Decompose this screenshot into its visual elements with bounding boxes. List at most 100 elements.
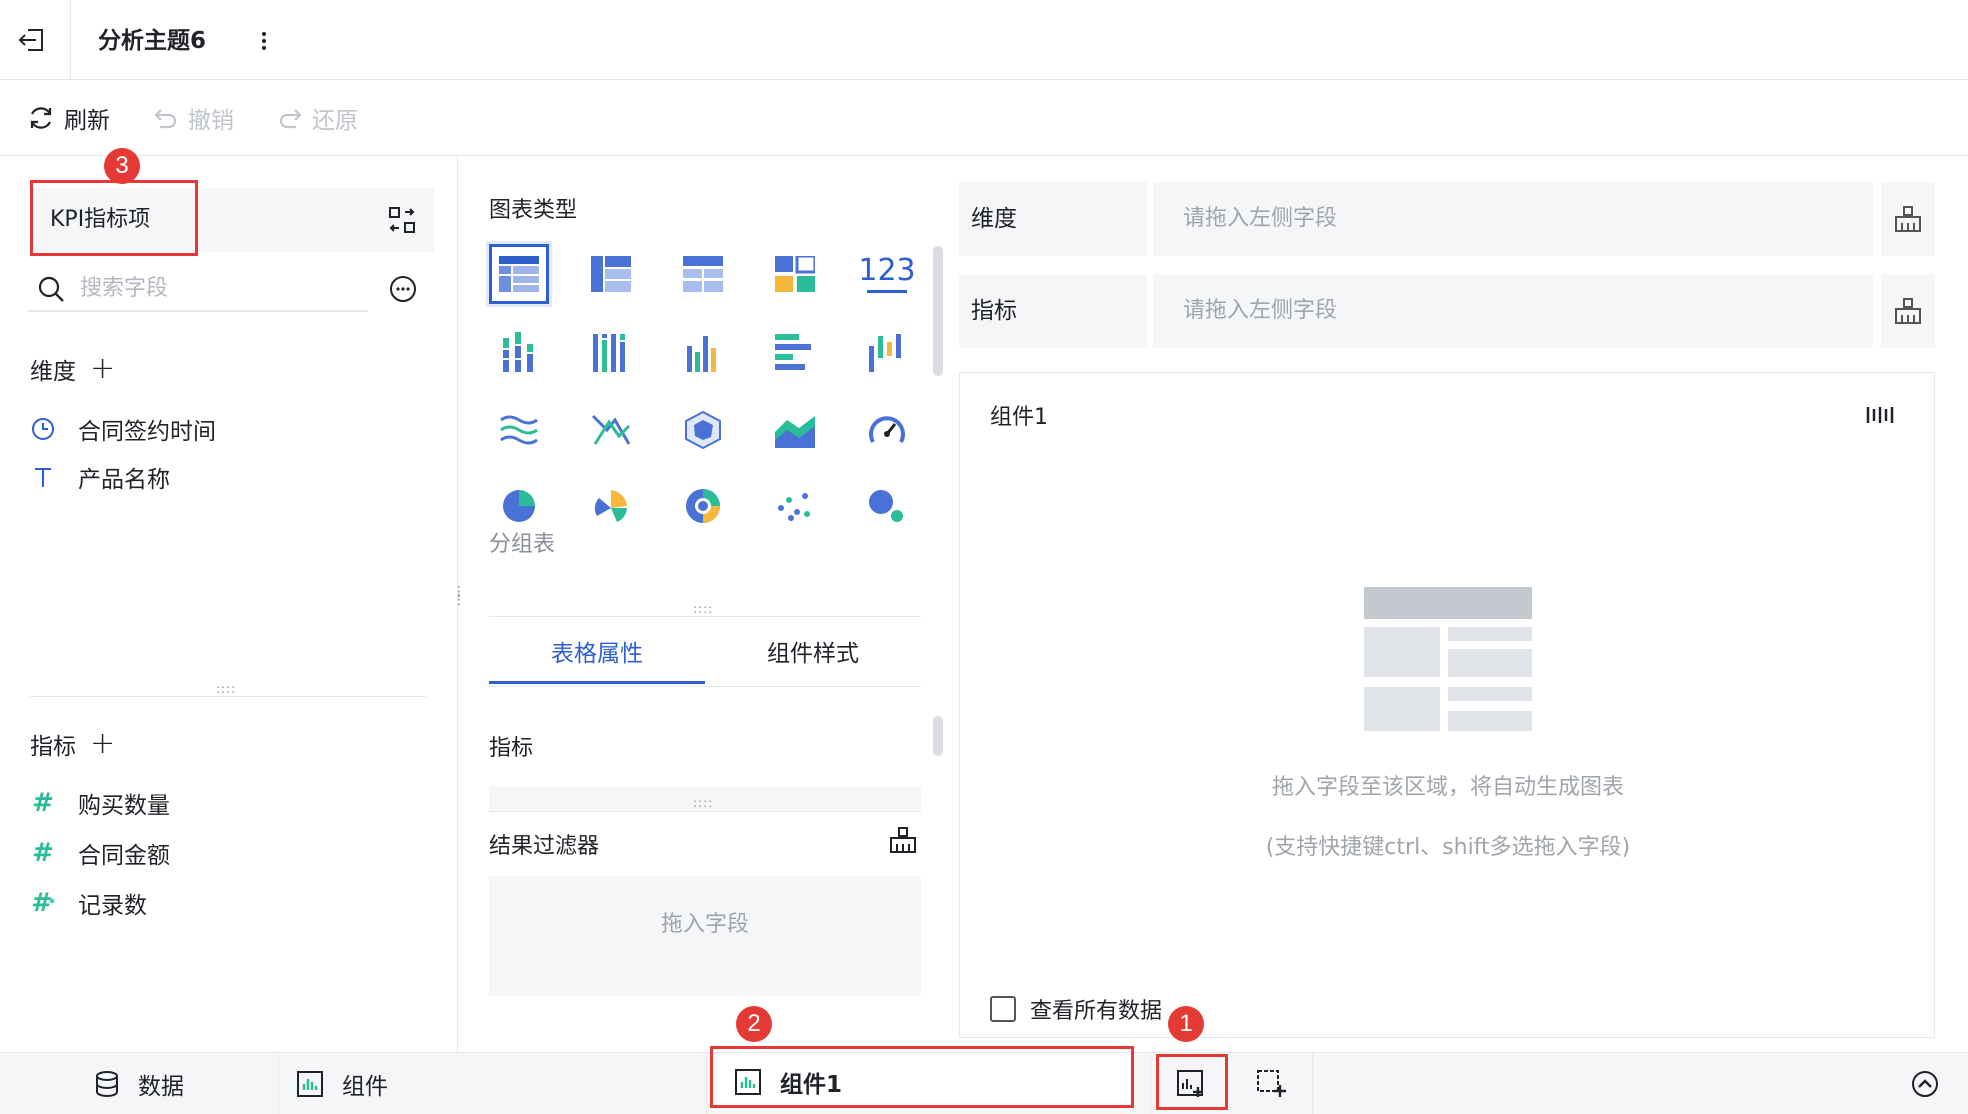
sunburst-chart-icon[interactable] <box>673 476 733 536</box>
drop-field-hint: 拖入字段 <box>660 912 749 937</box>
chart-list-scrollbar[interactable] <box>933 246 943 376</box>
annotation-box-dataset <box>30 180 198 256</box>
undo-icon <box>154 109 177 129</box>
waterfall-chart-icon[interactable] <box>857 322 917 382</box>
column-chart-icon[interactable] <box>673 322 733 382</box>
detail-table-chart-icon[interactable] <box>673 244 733 304</box>
dimension-title: 维度 <box>30 359 76 385</box>
component-canvas[interactable]: 组件1 拖入字段至该区域，将自动生成图表 (支持快捷键ctrl、shift多选拖… <box>959 372 1935 1038</box>
database-icon <box>96 1071 118 1097</box>
dimension-shelf-settings-icon[interactable] <box>1881 182 1935 256</box>
exit-icon[interactable] <box>14 22 50 58</box>
top-bar: 分析主题6 <box>0 0 1968 80</box>
field-label: 合同签约时间 <box>78 419 216 445</box>
toolbar: 刷新 撤销 还原 <box>0 80 1968 156</box>
more-options-icon[interactable] <box>388 274 418 304</box>
multi-metric-card-icon[interactable] <box>765 244 825 304</box>
tab-separator <box>706 1053 707 1114</box>
properties-scrollbar[interactable] <box>933 716 943 756</box>
number-type-icon: # <box>32 838 54 868</box>
rose-pie-chart-icon[interactable] <box>581 476 641 536</box>
result-filter-label: 结果过滤器 <box>489 834 600 859</box>
data-tab[interactable]: 数据 <box>94 1053 184 1114</box>
switch-dataset-icon[interactable] <box>386 204 418 236</box>
empty-hint-shortcut: (支持快捷键ctrl、shift多选拖入字段) <box>1265 835 1631 860</box>
tab-component-style[interactable]: 组件样式 <box>705 624 921 684</box>
more-vertical-icon[interactable] <box>252 24 276 58</box>
combo-line-chart-icon[interactable] <box>581 400 641 460</box>
metric-field-item[interactable]: # * 记录数 <box>30 886 147 920</box>
refresh-button[interactable]: 刷新 <box>26 100 110 136</box>
panel-resize-handle[interactable]: :::: <box>693 797 713 809</box>
text-type-icon <box>30 464 56 490</box>
panel-resize-handle[interactable]: :::: <box>693 603 713 615</box>
metric-drop-zone[interactable]: 请拖入左侧字段 <box>1153 274 1873 348</box>
redo-icon <box>279 109 302 129</box>
calculated-number-icon: # * <box>30 888 56 918</box>
scatter-chart-icon[interactable] <box>765 476 825 536</box>
grouped-column-chart-icon[interactable] <box>489 322 549 382</box>
pivot-table-chart-icon[interactable] <box>581 244 641 304</box>
selected-chart-name: 分组表 <box>489 532 556 557</box>
bar-chart-icon[interactable] <box>765 322 825 382</box>
view-all-label: 查看所有数据 <box>1030 999 1163 1024</box>
metric-shelf-label: 指标 <box>959 274 1147 348</box>
metric-property-label: 指标 <box>489 736 534 761</box>
metric-shelf-settings-icon[interactable] <box>1881 274 1935 348</box>
chart-config-panel: 图表类型 123 分组表:::: 表格属性 组件样式 指标:::: 结果过滤… <box>459 156 949 1052</box>
dimension-field-item[interactable]: 合同签约时间 <box>30 412 216 446</box>
metric-section-header: 指标 + <box>30 727 115 761</box>
title-separator <box>70 0 71 80</box>
filter-settings-icon[interactable] <box>887 824 919 856</box>
bubble-chart-icon[interactable] <box>857 476 917 536</box>
metric-field-item[interactable]: # 合同金额 <box>30 836 170 870</box>
dimension-drop-zone[interactable]: 请拖入左侧字段 <box>1153 182 1873 256</box>
filter-drop-area[interactable]: 拖入字段 <box>489 876 921 996</box>
dimension-shelf-label: 维度 <box>959 182 1147 256</box>
empty-chart-illustration <box>1364 587 1532 731</box>
field-label: 购买数量 <box>78 793 170 819</box>
search-input[interactable] <box>80 270 360 306</box>
grouped-table-chart-icon[interactable] <box>489 244 549 304</box>
number-card-underline <box>867 289 907 293</box>
refresh-label: 刷新 <box>64 108 110 134</box>
tab-separator <box>1150 1053 1151 1114</box>
chart-type-title: 图表类型 <box>489 198 578 223</box>
metric-title: 指标 <box>30 734 76 760</box>
panel-resize-handle[interactable]: :::: <box>216 683 236 695</box>
undo-button[interactable]: 撤销 <box>152 100 234 136</box>
field-label: 产品名称 <box>78 467 170 493</box>
annotation-badge-1: 1 <box>1168 1006 1204 1042</box>
page-title: 分析主题6 <box>98 28 207 54</box>
area-chart-icon[interactable] <box>765 400 825 460</box>
view-all-data-toggle[interactable]: 查看所有数据 <box>990 993 1162 1025</box>
number-card-icon[interactable]: 123 <box>857 244 917 304</box>
dimension-field-item[interactable]: 产品名称 <box>30 460 170 494</box>
tab-separator <box>278 1053 279 1114</box>
tab-table-properties[interactable]: 表格属性 <box>489 624 705 684</box>
field-search <box>28 264 368 312</box>
collapse-up-icon[interactable] <box>1910 1069 1940 1099</box>
redo-button[interactable]: 还原 <box>276 100 358 136</box>
component-menu-icon[interactable] <box>1864 399 1896 431</box>
stacked-column-chart-icon[interactable] <box>581 322 641 382</box>
line-chart-icon[interactable] <box>489 400 549 460</box>
view-all-checkbox[interactable] <box>990 996 1016 1022</box>
gauge-chart-icon[interactable] <box>857 400 917 460</box>
radar-chart-icon[interactable] <box>673 400 733 460</box>
empty-hint-main: 拖入字段至该区域，将自动生成图表 <box>1271 775 1624 800</box>
annotation-badge-2: 2 <box>736 1006 772 1042</box>
component-title: 组件1 <box>990 405 1048 430</box>
metric-field-item[interactable]: # 购买数量 <box>30 786 170 820</box>
add-metric-button[interactable]: + <box>90 729 115 759</box>
redo-label: 还原 <box>312 108 358 134</box>
add-dimension-button[interactable]: + <box>90 354 115 384</box>
metric-shelf: 指标 请拖入左侧字段 <box>959 274 1935 348</box>
data-tab-label: 数据 <box>138 1074 184 1100</box>
undo-label: 撤销 <box>188 108 234 134</box>
search-icon <box>36 274 66 304</box>
section-divider <box>30 696 426 697</box>
component-tab[interactable]: 组件 <box>296 1053 388 1114</box>
tab-divider <box>489 686 921 687</box>
add-filter-component-icon[interactable] <box>1254 1067 1288 1101</box>
